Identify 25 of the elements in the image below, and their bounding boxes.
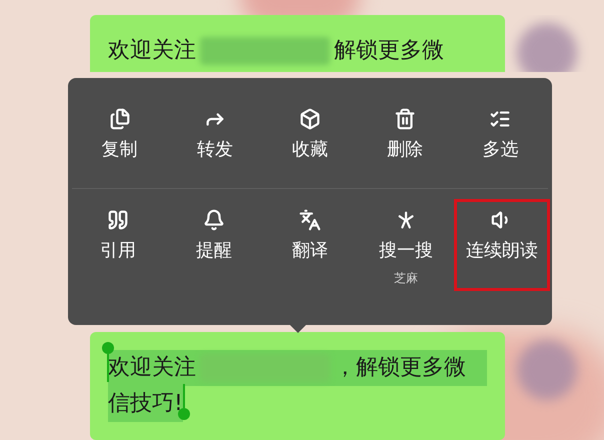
menu-item[interactable]: 连续朗读 <box>454 199 550 291</box>
menu-item[interactable]: 多选 <box>452 98 548 168</box>
copy-icon <box>108 108 131 130</box>
menu-item[interactable]: 翻译 <box>262 199 358 291</box>
bell-icon <box>203 209 225 231</box>
menu-item[interactable]: 搜一搜 芝麻 <box>358 199 454 291</box>
message-text: 欢迎关注 <box>108 354 196 382</box>
translate-icon <box>299 209 321 231</box>
message-text: 欢迎关注 <box>108 37 196 65</box>
menu-item[interactable]: 提醒 <box>166 199 262 291</box>
cube-icon <box>298 108 321 130</box>
message-bubble[interactable]: 欢迎关注 ，解锁更多微 信技巧! <box>90 332 505 440</box>
menu-item[interactable]: 收藏 <box>262 98 358 168</box>
quote-icon <box>107 209 129 231</box>
message-text: ，解锁更多微 <box>334 354 466 382</box>
message-text: 信技巧! <box>108 386 183 422</box>
message-bubble[interactable]: 欢迎关注 解锁更多微 <box>90 15 505 72</box>
selection-handle[interactable] <box>178 384 190 420</box>
trash-icon <box>394 108 416 130</box>
menu-item[interactable]: 复制 <box>72 98 168 168</box>
menu-item[interactable]: 转发 <box>167 98 262 168</box>
message-text: 解锁更多微 <box>334 37 444 65</box>
menu-item[interactable]: 引用 <box>70 199 166 291</box>
menu-item[interactable]: 删除 <box>358 98 453 168</box>
menu-sublabel: 芝麻 <box>394 270 418 287</box>
